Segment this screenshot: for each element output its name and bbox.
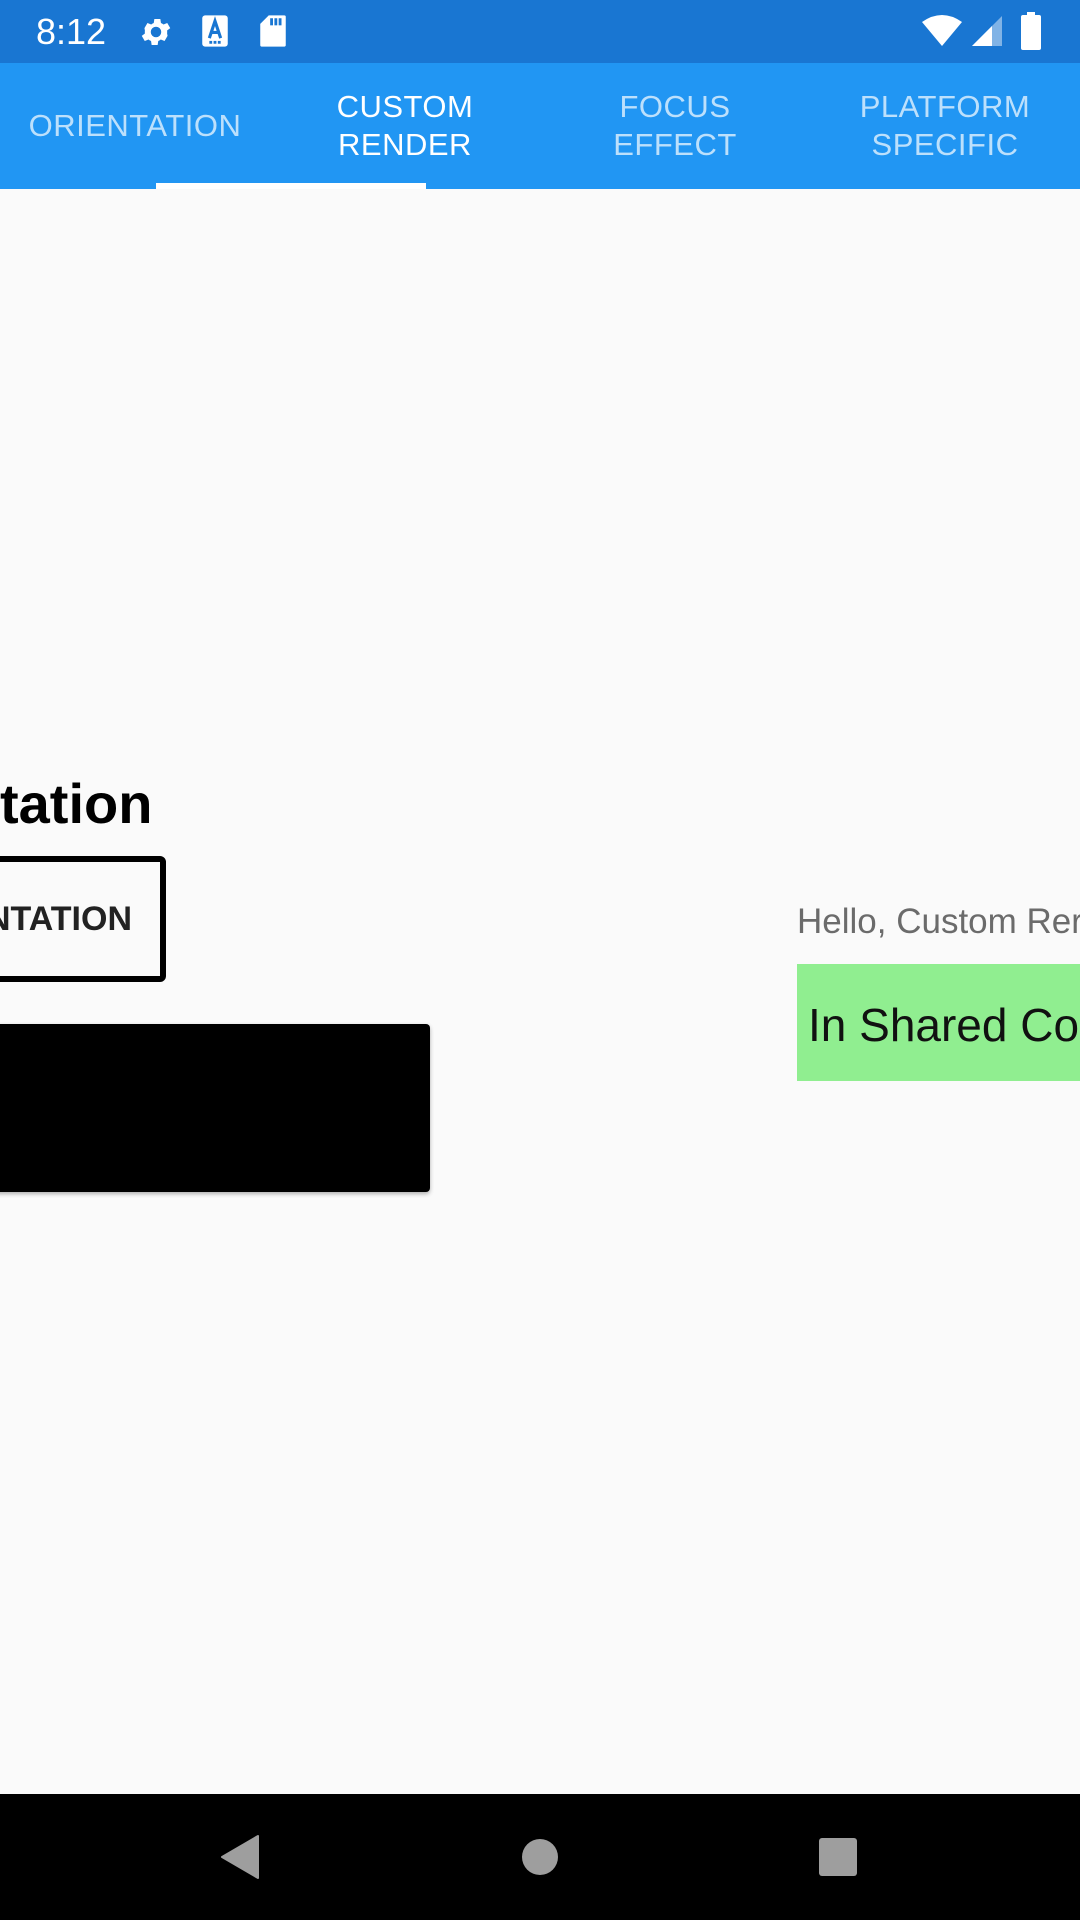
tab-indicator — [156, 183, 426, 189]
tab-bar: ORIENTATION CUSTOM RENDER FOCUS EFFECT P… — [0, 63, 1080, 189]
orientation-button[interactable]: NTATION — [0, 856, 166, 982]
tab-orientation[interactable]: ORIENTATION — [0, 63, 270, 189]
gear-icon — [141, 18, 171, 46]
home-button[interactable] — [500, 1794, 580, 1920]
sd-card-icon — [260, 15, 286, 47]
status-bar: 8:12 — [0, 0, 1080, 63]
wifi-icon — [922, 15, 962, 46]
status-time: 8:12 — [36, 11, 107, 52]
tab-custom-render[interactable]: CUSTOM RENDER — [270, 63, 540, 189]
navigation-bar — [0, 1794, 1080, 1920]
home-icon — [522, 1839, 558, 1875]
shared-code-text: In Shared Co — [808, 999, 1080, 1051]
page-title: tation — [0, 772, 153, 835]
back-icon — [221, 1835, 259, 1879]
tab-focus-effect[interactable]: FOCUS EFFECT — [540, 63, 810, 189]
black-button[interactable] — [0, 1024, 430, 1192]
orientation-button-label: NTATION — [0, 899, 132, 938]
signal-icon — [972, 16, 1002, 46]
a-notification-icon — [202, 15, 228, 47]
back-button[interactable] — [200, 1794, 280, 1920]
battery-icon — [1021, 12, 1041, 50]
hello-custom-render-label: Hello, Custom Rer — [797, 902, 1080, 941]
recents-icon — [819, 1838, 857, 1876]
recents-button[interactable] — [798, 1794, 878, 1920]
shared-code-entry[interactable]: In Shared Co — [797, 964, 1080, 1081]
app-screen: 8:12 ORIENTATION CUSTOM RENDER FOCUS EFF… — [0, 0, 1080, 1920]
tab-platform-specific[interactable]: PLATFORM SPECIFIC — [810, 63, 1080, 189]
